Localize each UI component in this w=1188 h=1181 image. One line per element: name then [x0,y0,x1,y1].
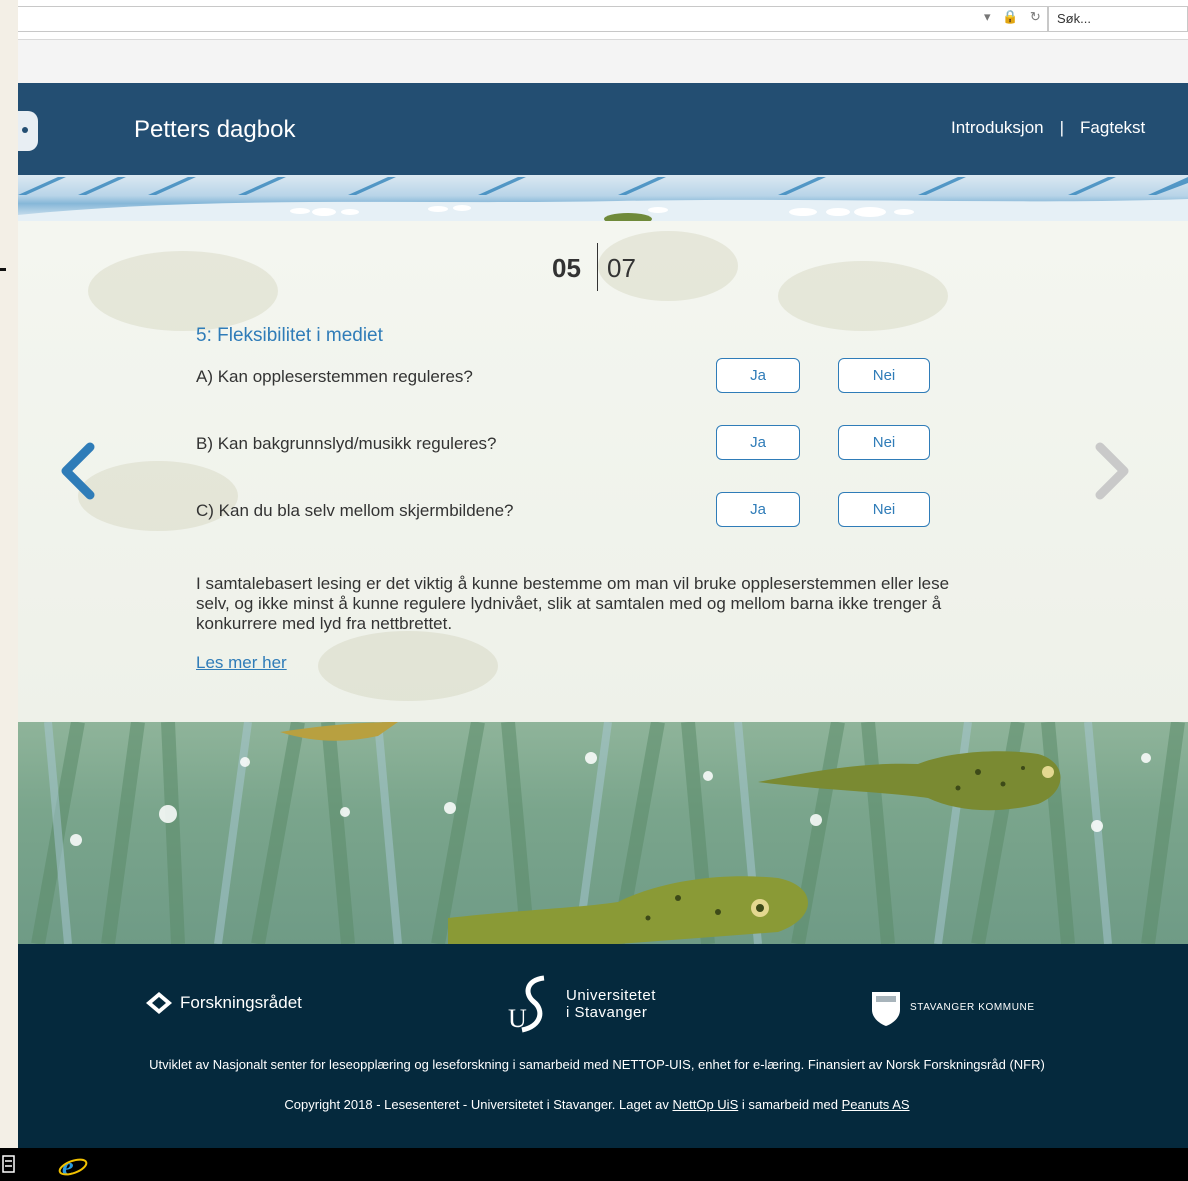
uis-mark: U [508,1004,527,1033]
nav-separator: | [1059,118,1065,137]
next-arrow[interactable] [1090,441,1134,501]
question-text: A) Kan oppleserstemmen reguleres? [196,367,473,386]
copyright-prefix: Copyright 2018 - Lesesenteret - Universi… [284,1097,669,1112]
site-logo[interactable] [18,111,38,151]
forskningsradet-mark-icon [146,992,172,1014]
chevron-right-icon [1095,442,1129,500]
previous-arrow[interactable] [56,441,100,501]
nav-introduksjon[interactable]: Introduksjon [951,118,1044,137]
browser-toolbar: ▾ 🔒 ↻ Søk... [18,0,1188,40]
nettop-uis-link[interactable]: NettOp UiS [673,1097,739,1112]
left-window-gutter [0,0,18,1148]
stavanger-kommune-logo[interactable]: STAVANGER KOMMUNE [870,988,1035,1026]
uis-label-line1: Universitetet [566,987,656,1004]
reeds-and-tadpoles-art [31,722,1185,944]
forskningsradet-label: Forskningsrådet [180,993,302,1012]
background-tadpole [318,631,498,701]
yes-button[interactable]: Ja [716,358,800,393]
gutter-tick [0,268,6,271]
page-total: 07 [607,253,636,283]
site-title: Petters dagbok [134,116,296,143]
counter-divider [597,243,598,291]
pond-illustration [18,722,1188,944]
forskningsradet-logo[interactable]: Forskningsrådet [146,992,302,1014]
uis-label-line2: i Stavanger [566,1004,648,1021]
background-frog [778,261,948,331]
no-button[interactable]: Nei [838,492,930,527]
water-surface-art [18,177,1188,221]
chevron-left-icon [61,442,95,500]
no-button[interactable]: Nei [838,425,930,460]
browser-tab-strip [18,40,1188,84]
question-text: B) Kan bakgrunnslyd/musikk reguleres? [196,434,497,453]
peanuts-link[interactable]: Peanuts AS [842,1097,910,1112]
page-current: 05 [552,253,581,283]
stavanger-kommune-label: STAVANGER KOMMUNE [910,1001,1035,1013]
footer-credit: Utviklet av Nasjonalt senter for leseopp… [149,1057,1045,1072]
footer-copyright: Copyright 2018 - Lesesenteret - Universi… [18,1097,1176,1112]
water-surface-illustration [18,175,1188,221]
read-more-link[interactable]: Les mer her [196,653,287,673]
yes-button[interactable]: Ja [716,492,800,527]
question-row: A) Kan oppleserstemmen reguleres? Ja Nei [196,358,956,394]
stavanger-crest-icon [872,992,900,1026]
no-button[interactable]: Nei [838,358,930,393]
browser-search-input[interactable]: Søk... [1048,6,1188,32]
site-footer: Forskningsrådet U Universitetet i Stavan… [18,944,1188,1148]
site-header: Petters dagbok Introduksjon | Fagtekst [18,83,1188,175]
address-bar[interactable] [18,6,1048,32]
copyright-middle: i samarbeid med [741,1097,838,1112]
question-row: C) Kan du bla selv mellom skjermbildene?… [196,492,956,528]
question-text: C) Kan du bla selv mellom skjermbildene? [196,501,514,520]
windows-taskbar: e [0,1148,1188,1181]
question-row: B) Kan bakgrunnslyd/musikk reguleres? Ja… [196,425,956,461]
background-tadpole [88,251,278,331]
info-paragraph: I samtalebasert lesing er det viktig å k… [196,574,950,633]
question-panel: 05 07 5: Fleksibilitet i mediet A) Kan o… [18,221,1188,722]
site-nav: Introduksjon | Fagtekst [951,118,1145,138]
task-view-icon[interactable] [2,1154,16,1174]
yes-button[interactable]: Ja [716,425,800,460]
question-heading: 5: Fleksibilitet i mediet [196,325,383,346]
nav-fagtekst[interactable]: Fagtekst [1080,118,1145,137]
internet-explorer-icon[interactable]: e [58,1154,88,1178]
uis-logo[interactable]: U Universitetet i Stavanger [508,974,656,1034]
address-bar-icons[interactable]: ▾ 🔒 ↻ [984,9,1045,25]
